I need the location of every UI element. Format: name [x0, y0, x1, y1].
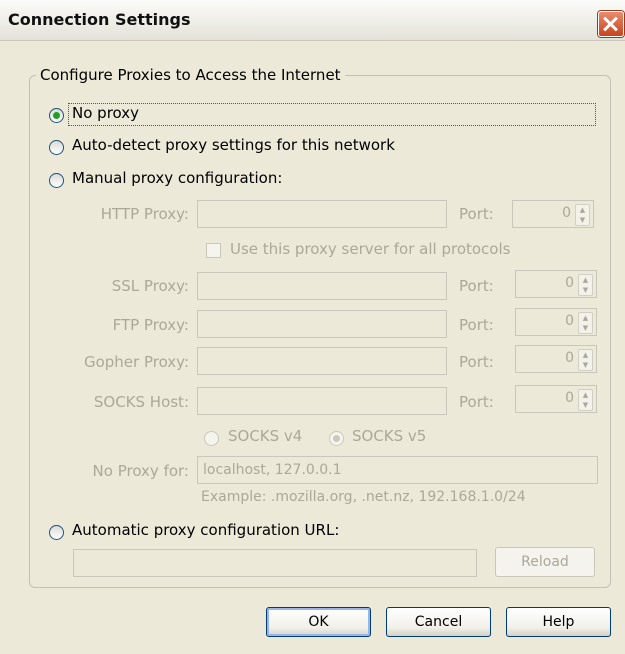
share-proxy-checkbox[interactable] [206, 243, 221, 258]
no-proxy-radio[interactable] [49, 108, 64, 123]
socks-port-stepper[interactable]: 0 ▲ ▼ [515, 385, 597, 413]
title-bar: Connection Settings [0, 0, 625, 41]
groupbox-legend: Configure Proxies to Access the Internet [36, 66, 345, 84]
ssl-port-stepper[interactable]: 0 ▲ ▼ [515, 270, 597, 298]
gopher-port-stepper[interactable]: 0 ▲ ▼ [515, 345, 597, 373]
no-proxy-for-input[interactable]: localhost, 127.0.0.1 [197, 456, 598, 484]
ftp-port-label: Port: [459, 316, 494, 334]
manual-proxy-label[interactable]: Manual proxy configuration: [72, 169, 282, 187]
http-port-label: Port: [459, 205, 494, 223]
auto-detect-radio[interactable] [49, 140, 64, 155]
ssl-proxy-input[interactable] [197, 272, 447, 300]
socks-v4-label[interactable]: SOCKS v4 [228, 427, 302, 445]
http-proxy-label: HTTP Proxy: [100, 205, 189, 223]
cancel-button[interactable]: Cancel [386, 607, 491, 637]
http-port-stepper[interactable]: 0 ▲ ▼ [512, 200, 594, 228]
spinner-arrows-icon[interactable]: ▲ ▼ [578, 312, 593, 334]
spinner-arrows-icon[interactable]: ▲ ▼ [578, 389, 593, 411]
auto-url-input[interactable] [73, 549, 477, 577]
no-proxy-example: Example: .mozilla.org, .net.nz, 192.168.… [201, 489, 526, 505]
ftp-port-stepper[interactable]: 0 ▲ ▼ [515, 308, 597, 336]
socks-host-label: SOCKS Host: [93, 393, 189, 411]
socks-port-label: Port: [459, 393, 494, 411]
auto-url-label[interactable]: Automatic proxy configuration URL: [72, 521, 339, 539]
no-proxy-for-label: No Proxy for: [92, 462, 189, 480]
gopher-proxy-label: Gopher Proxy: [83, 353, 189, 371]
gopher-proxy-input[interactable] [197, 347, 447, 375]
ssl-port-value: 0 [565, 275, 574, 291]
socks-v5-label[interactable]: SOCKS v5 [352, 427, 426, 445]
spinner-arrows-icon[interactable]: ▲ ▼ [578, 349, 593, 371]
auto-url-radio[interactable] [49, 525, 64, 540]
socks-v5-radio[interactable] [329, 431, 344, 446]
http-proxy-input[interactable] [197, 200, 447, 228]
ftp-proxy-input[interactable] [197, 310, 447, 338]
share-proxy-label[interactable]: Use this proxy server for all protocols [230, 240, 510, 258]
ssl-port-label: Port: [459, 277, 494, 295]
socks-v4-radio[interactable] [204, 431, 219, 446]
ftp-proxy-label: FTP Proxy: [112, 316, 189, 334]
focus-outline [68, 103, 596, 126]
auto-detect-label[interactable]: Auto-detect proxy settings for this netw… [72, 136, 395, 154]
ok-button[interactable]: OK [266, 607, 371, 637]
http-port-value: 0 [562, 205, 571, 221]
gopher-port-value: 0 [565, 350, 574, 366]
ssl-proxy-label: SSL Proxy: [111, 277, 189, 295]
reload-button[interactable]: Reload [495, 547, 595, 577]
gopher-port-label: Port: [459, 353, 494, 371]
close-icon[interactable] [598, 11, 624, 37]
spinner-arrows-icon[interactable]: ▲ ▼ [575, 204, 590, 226]
socks-port-value: 0 [565, 390, 574, 406]
ftp-port-value: 0 [565, 313, 574, 329]
window-title: Connection Settings [8, 10, 191, 29]
help-button[interactable]: Help [506, 607, 611, 637]
no-proxy-label[interactable]: No proxy [72, 104, 139, 122]
manual-proxy-radio[interactable] [49, 173, 64, 188]
socks-host-input[interactable] [197, 387, 447, 415]
spinner-arrows-icon[interactable]: ▲ ▼ [578, 274, 593, 296]
